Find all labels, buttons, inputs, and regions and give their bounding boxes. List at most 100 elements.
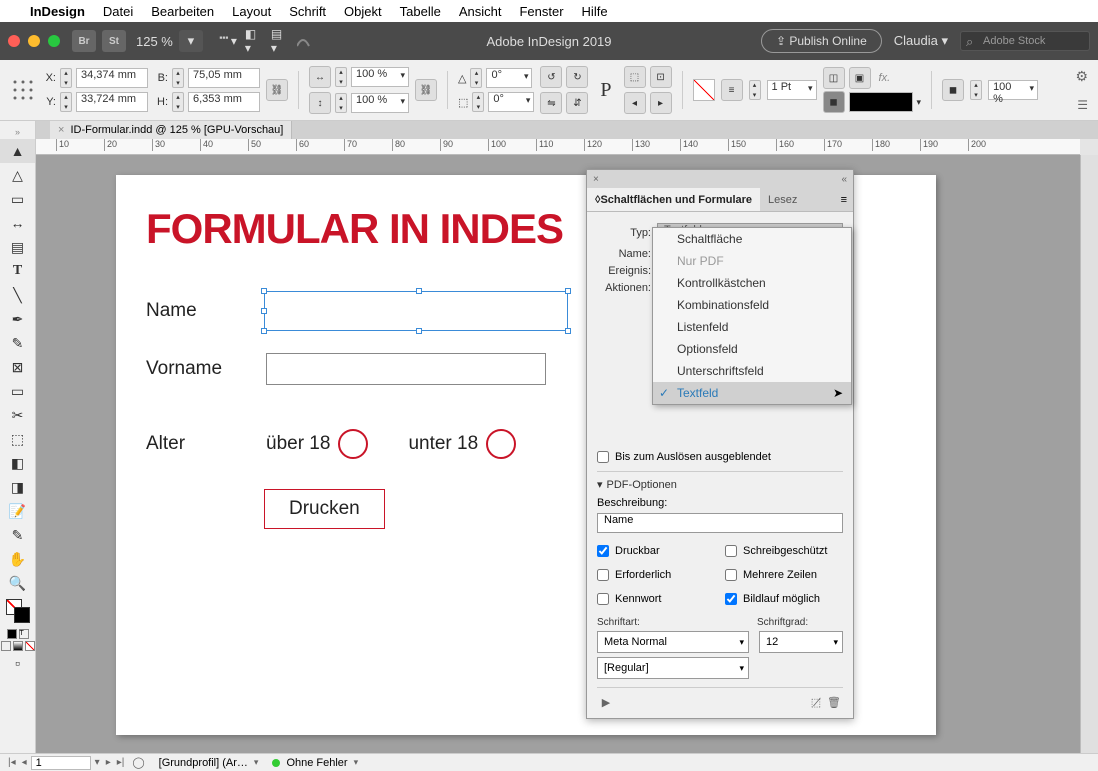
select-content-icon[interactable]: ⊡ — [650, 66, 672, 88]
first-page-icon[interactable]: |◂ — [6, 757, 18, 768]
constrain-proportions-button[interactable]: ⛓ — [266, 79, 288, 101]
menu-layout[interactable]: Layout — [232, 4, 271, 19]
scrollable-checkbox[interactable] — [725, 593, 737, 605]
fill-stroke-swatch[interactable] — [6, 599, 30, 623]
zoom-level[interactable]: 125 % ▾ — [136, 30, 203, 52]
select-next-icon[interactable]: ▸ — [650, 92, 672, 114]
collapse-tools-icon[interactable]: » — [0, 125, 35, 139]
pencil-tool-icon[interactable]: ✎ — [0, 331, 35, 355]
description-input[interactable]: Name — [597, 513, 843, 533]
hand-tool-icon[interactable]: ✋ — [0, 547, 35, 571]
menu-objekt[interactable]: Objekt — [344, 4, 382, 19]
password-checkbox[interactable] — [597, 593, 609, 605]
name-field-selected[interactable] — [266, 297, 566, 325]
view-options-icon[interactable]: ▾ — [219, 32, 237, 50]
user-menu[interactable]: Claudia ▾ — [894, 33, 948, 49]
canvas[interactable]: FORMULAR IN INDES Name Vorname — [36, 155, 1080, 753]
dropdown-item[interactable]: Unterschriftsfeld — [653, 360, 851, 382]
zoom-dropdown-icon[interactable]: ▾ — [179, 30, 203, 52]
fit-frame-icon[interactable]: ◫ — [823, 67, 845, 89]
menu-tabelle[interactable]: Tabelle — [400, 4, 441, 19]
stroke-style-icon[interactable]: ≡ — [721, 79, 743, 101]
fill-swatch-none[interactable] — [693, 79, 715, 101]
select-prev-icon[interactable]: ◂ — [624, 92, 646, 114]
panel-close-icon[interactable]: × — [593, 174, 599, 185]
pdf-options-toggle[interactable]: ▾ PDF-Optionen — [597, 478, 843, 491]
ueber18-radio[interactable] — [338, 429, 368, 459]
font-size-select[interactable]: 12 — [759, 631, 843, 653]
dropdown-item[interactable]: Textfeld — [653, 382, 851, 404]
width-input[interactable]: 75,05 mm — [188, 68, 260, 88]
screen-mode-toggle[interactable]: ▫ — [0, 651, 35, 675]
last-page-icon[interactable]: ▸| — [115, 757, 127, 768]
gap-tool-icon[interactable]: ↔ — [0, 211, 35, 235]
panel-collapse-icon[interactable]: « — [841, 174, 847, 185]
content-collector-tool-icon[interactable]: ▤ — [0, 235, 35, 259]
document-tab[interactable]: ×ID-Formular.indd @ 125 % [GPU-Vorschau] — [50, 121, 292, 139]
close-window-icon[interactable] — [8, 35, 20, 47]
color-mode-toggle[interactable]: T — [0, 629, 35, 639]
shear-input[interactable]: 0° — [488, 92, 534, 112]
panel-menu-icon[interactable]: ☰ — [1077, 98, 1088, 112]
flip-v-icon[interactable]: ⇵ — [566, 92, 588, 114]
font-family-select[interactable]: Meta Normal — [597, 631, 749, 653]
eyedropper-tool-icon[interactable]: ✎ — [0, 523, 35, 547]
arrange-icon[interactable]: ▤ ▾ — [271, 32, 289, 50]
open-nav-icon[interactable]: ◯ — [132, 756, 144, 769]
x-spinner[interactable] — [60, 68, 72, 88]
flip-h-icon[interactable]: ⇋ — [540, 92, 562, 114]
rectangle-tool-icon[interactable]: ▭ — [0, 379, 35, 403]
selection-tool-icon[interactable]: ▲ — [0, 139, 35, 163]
menu-fenster[interactable]: Fenster — [519, 4, 563, 19]
opacity-input[interactable]: 100 % — [988, 80, 1038, 100]
dropdown-item[interactable]: Optionsfeld — [653, 338, 851, 360]
readonly-checkbox[interactable] — [725, 545, 737, 557]
menu-app[interactable]: InDesign — [30, 4, 85, 19]
gradient-feather-tool-icon[interactable]: ◨ — [0, 475, 35, 499]
preflight-errors[interactable]: Ohne Fehler — [286, 757, 347, 769]
next-page-icon[interactable]: ▸ — [104, 757, 113, 768]
x-input[interactable]: 34,374 mm — [76, 68, 148, 88]
height-input[interactable]: 6,353 mm — [188, 92, 260, 112]
stock-button[interactable]: St — [102, 30, 126, 52]
rotate-cw-icon[interactable]: ↻ — [566, 66, 588, 88]
drucken-button[interactable]: Drucken — [264, 489, 385, 529]
select-container-icon[interactable]: ⬚ — [624, 66, 646, 88]
scissors-tool-icon[interactable]: ✂ — [0, 403, 35, 427]
close-tab-icon[interactable]: × — [58, 124, 64, 136]
dropdown-item[interactable]: Listenfeld — [653, 316, 851, 338]
menu-hilfe[interactable]: Hilfe — [582, 4, 608, 19]
prev-page-icon[interactable]: ◂ — [20, 757, 29, 768]
type-tool-icon[interactable]: T — [0, 259, 35, 283]
multiline-checkbox[interactable] — [725, 569, 737, 581]
vertical-scrollbar[interactable] — [1080, 155, 1098, 753]
hide-until-trigger-checkbox[interactable] — [597, 451, 609, 463]
apply-color-icons[interactable] — [0, 641, 35, 651]
horizontal-ruler[interactable]: 1020304050607080901001101201301401501601… — [36, 139, 1080, 155]
drop-shadow-icon[interactable]: ◼ — [942, 79, 964, 101]
free-transform-tool-icon[interactable]: ⬚ — [0, 427, 35, 451]
maximize-window-icon[interactable] — [48, 35, 60, 47]
scale-x-input[interactable]: 100 % — [351, 67, 409, 87]
constrain-scale-button[interactable]: ⛓ — [415, 79, 437, 101]
unter18-radio[interactable] — [486, 429, 516, 459]
pen-tool-icon[interactable]: ✒ — [0, 307, 35, 331]
menu-datei[interactable]: Datei — [103, 4, 133, 19]
dropdown-item[interactable]: Kombinationsfeld — [653, 294, 851, 316]
menu-bearbeiten[interactable]: Bearbeiten — [151, 4, 214, 19]
vorname-field[interactable] — [266, 353, 546, 385]
rectangle-frame-tool-icon[interactable]: ⊠ — [0, 355, 35, 379]
height-spinner[interactable] — [172, 92, 184, 112]
page-number-input[interactable]: 1 — [31, 756, 91, 770]
menu-ansicht[interactable]: Ansicht — [459, 4, 502, 19]
preflight-profile[interactable]: [Grundprofil] (Ar… — [159, 757, 248, 769]
fill-opacity-icon[interactable]: ◼ — [823, 91, 845, 113]
preview-spread-icon[interactable]: ▶ — [597, 694, 615, 710]
menu-schrift[interactable]: Schrift — [289, 4, 326, 19]
scale-y-input[interactable]: 100 % — [351, 93, 409, 113]
rotate-ccw-icon[interactable]: ↺ — [540, 66, 562, 88]
page-tool-icon[interactable]: ▭ — [0, 187, 35, 211]
note-tool-icon[interactable]: 📝 — [0, 499, 35, 523]
gradient-swatch-tool-icon[interactable]: ◧ — [0, 451, 35, 475]
fit-content-icon[interactable]: ▣ — [849, 67, 871, 89]
